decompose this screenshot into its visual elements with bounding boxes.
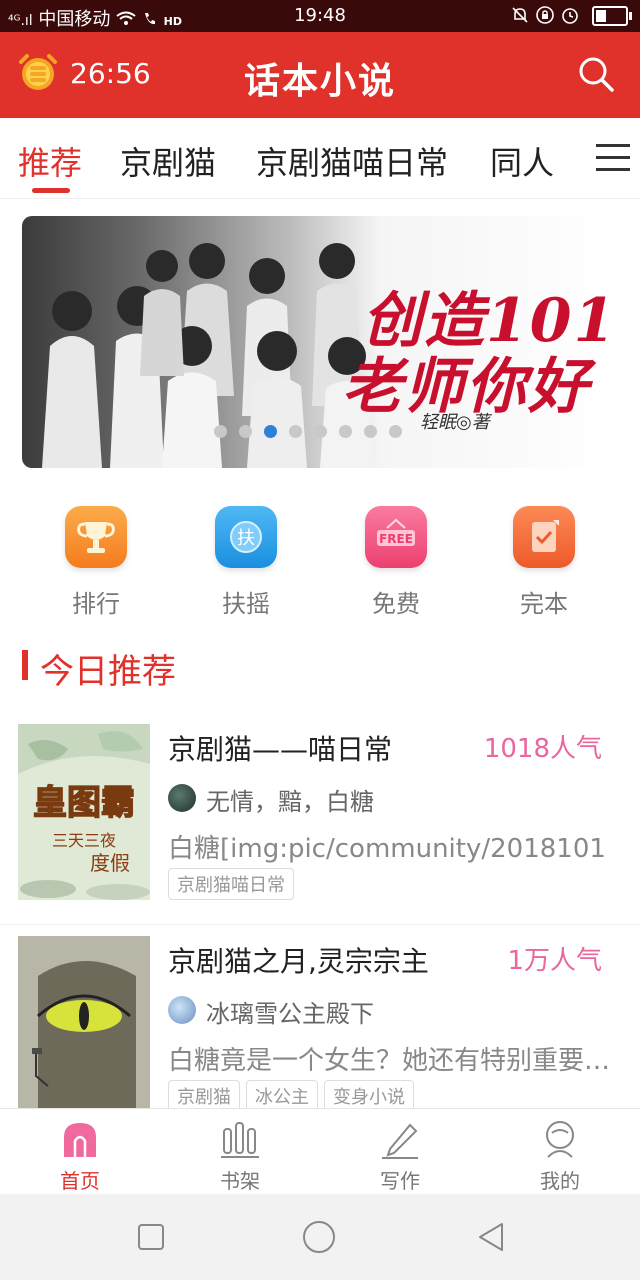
- book-authors: 无情，黯，白糖: [206, 788, 374, 816]
- banner-author: 轻眠◎著: [420, 412, 490, 433]
- book-popularity: 1018人气: [483, 734, 602, 764]
- active-tab-indicator: [32, 188, 70, 193]
- book-description: 白糖[img:pic/community/2018101: [168, 834, 606, 864]
- home-icon: [60, 1119, 100, 1159]
- nav-home-label: 首页: [60, 1169, 100, 1193]
- fuyao-icon: 扶: [215, 506, 277, 568]
- entry-fuyao-label: 扶摇: [222, 590, 270, 618]
- banner-carousel[interactable]: 创造101 老师你好 轻眠◎著: [22, 216, 618, 468]
- carousel-dot[interactable]: [339, 425, 352, 438]
- tabs-fade: [552, 118, 592, 196]
- svg-text:三天三夜: 三天三夜: [52, 831, 116, 850]
- tabs-menu-icon[interactable]: [596, 144, 630, 172]
- book-popularity: 1万人气: [507, 946, 602, 976]
- carousel-dot[interactable]: [314, 425, 327, 438]
- bookshelf-icon: [220, 1119, 260, 1159]
- section-title: 今日推荐: [40, 652, 176, 692]
- nav-write-label: 写作: [380, 1169, 420, 1193]
- book-tag[interactable]: 京剧猫喵日常: [168, 868, 294, 900]
- entry-fuyao[interactable]: 扶 扶摇: [186, 506, 306, 619]
- svg-text:皇图霸: 皇图霸: [33, 783, 135, 823]
- book-list-item[interactable]: 皇图霸 三天三夜 度假 京剧猫——喵日常 1018人气 无情，黯，白糖 白糖[i…: [0, 724, 640, 925]
- svg-text:度假: 度假: [90, 851, 130, 875]
- tab-fanfic[interactable]: 同人: [490, 138, 554, 184]
- battery-icon: [592, 6, 632, 26]
- system-navigation-bar: [0, 1194, 640, 1280]
- home-circle-icon[interactable]: [302, 1220, 336, 1254]
- alarm-icon: [560, 5, 586, 26]
- bell-off-icon: [511, 5, 535, 26]
- book-cover[interactable]: 皇图霸 三天三夜 度假: [18, 724, 150, 900]
- checkmark-book-icon: [513, 506, 575, 568]
- book-authors: 冰璃雪公主殿下: [206, 1000, 374, 1028]
- carousel-dot[interactable]: [364, 425, 377, 438]
- carousel-dot-active[interactable]: [264, 425, 277, 438]
- back-icon[interactable]: [474, 1220, 508, 1254]
- category-tabs: 推荐 京剧猫 京剧猫喵日常 同人: [0, 118, 640, 199]
- app-title: 话本小说: [243, 61, 396, 102]
- nav-bookshelf-label: 书架: [220, 1169, 260, 1193]
- recent-apps-icon[interactable]: [134, 1220, 168, 1254]
- tab-jingjumao[interactable]: 京剧猫: [120, 138, 216, 184]
- carousel-dot[interactable]: [389, 425, 402, 438]
- nav-profile[interactable]: 我的: [500, 1119, 620, 1194]
- book-list-item[interactable]: 京剧猫之月,灵宗宗主 1万人气 冰璃雪公主殿下 白糖竟是一个女生？她还有特别重要…: [0, 936, 640, 1136]
- trophy-icon: [65, 506, 127, 568]
- bottom-navigation: 首页 书架 写作 我的: [0, 1108, 640, 1195]
- lock-rotate-icon: [535, 5, 561, 26]
- entry-ranking-label: 排行: [72, 590, 120, 618]
- app-header: 26:56 话本小说: [0, 32, 640, 118]
- svg-text:扶: 扶: [237, 528, 255, 549]
- carousel-dots: [214, 423, 414, 442]
- avatar: [168, 784, 196, 812]
- book-title[interactable]: 京剧猫之月,灵宗宗主: [168, 940, 429, 980]
- book-title[interactable]: 京剧猫——喵日常: [168, 728, 392, 768]
- section-accent-bar: [22, 650, 28, 680]
- search-icon[interactable]: [576, 54, 616, 94]
- carousel-dot[interactable]: [239, 425, 252, 438]
- nav-write[interactable]: 写作: [340, 1119, 460, 1194]
- svg-text:FREE: FREE: [379, 532, 413, 546]
- carousel-dot[interactable]: [289, 425, 302, 438]
- nav-home[interactable]: 首页: [20, 1119, 140, 1194]
- entry-ranking[interactable]: 排行: [36, 506, 156, 619]
- status-bar: ⁴ᴳ.ıl 中国移动 HD 19:48: [0, 0, 640, 32]
- pen-icon: [380, 1119, 420, 1159]
- entry-completed[interactable]: 完本: [484, 506, 604, 619]
- book-cover[interactable]: [18, 936, 150, 1112]
- carousel-dot[interactable]: [214, 425, 227, 438]
- entry-free[interactable]: FREE 免费: [336, 506, 456, 619]
- nav-bookshelf[interactable]: 书架: [180, 1119, 300, 1194]
- status-right: [511, 5, 632, 26]
- quick-entries: 排行 扶 扶摇 FREE 免费 完本: [0, 506, 640, 619]
- entry-free-label: 免费: [372, 590, 420, 618]
- entry-completed-label: 完本: [520, 590, 568, 618]
- nav-profile-label: 我的: [540, 1169, 580, 1193]
- avatar: [168, 996, 196, 1024]
- tab-recommend[interactable]: 推荐: [18, 138, 82, 184]
- tab-jingjumao-daily[interactable]: 京剧猫喵日常: [256, 138, 448, 184]
- free-icon: FREE: [365, 506, 427, 568]
- book-description: 白糖竟是一个女生？她还有特别重要的身份: [168, 1046, 618, 1076]
- book-tags: 京剧猫喵日常: [168, 868, 300, 900]
- profile-icon: [540, 1119, 580, 1159]
